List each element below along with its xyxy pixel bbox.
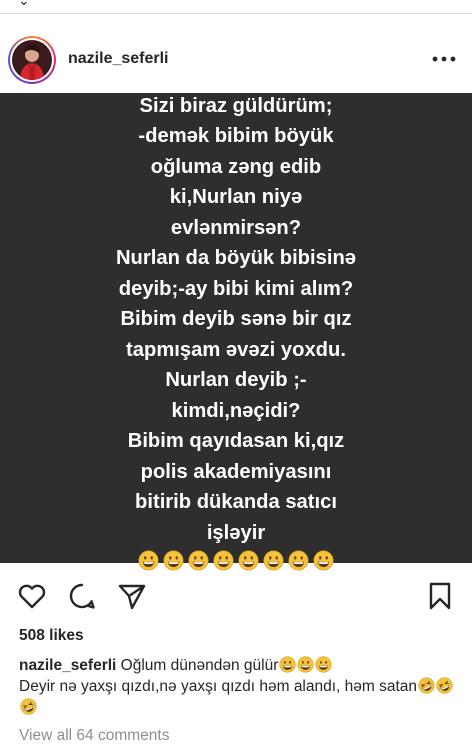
grinning-face-emoji-icon (288, 550, 309, 571)
grinning-face-emoji-icon (263, 550, 284, 571)
grinning-face-emoji-icon (163, 550, 184, 571)
grinning-face-emoji-icon (313, 550, 334, 571)
comment-icon[interactable] (66, 580, 98, 612)
action-bar (0, 578, 472, 614)
rolling-on-floor-laughing-emoji-icon (436, 677, 453, 694)
post-image-emoji-row (36, 550, 436, 571)
grinning-face-emoji-icon (279, 656, 296, 673)
post-image[interactable]: Sizi biraz güldürüm; -demək bibim böyük … (0, 93, 472, 571)
status-bar-glyph: ⌄ (18, 0, 30, 8)
rolling-on-floor-laughing-emoji-icon (20, 698, 37, 715)
avatar[interactable] (8, 36, 56, 84)
caption-line-1: Oğlum dünəndən gülür (120, 657, 279, 674)
caption-emojis-1 (278, 656, 332, 674)
post-username[interactable]: nazile_seferli (68, 50, 169, 68)
grinning-face-emoji-icon (297, 656, 314, 673)
bookmark-icon[interactable] (424, 580, 456, 612)
rolling-on-floor-laughing-emoji-icon (418, 677, 435, 694)
grinning-face-emoji-icon (315, 656, 332, 673)
caption-line-2: Deyir nə yaxşı qızdı,nə yaxşı qızdı həm … (19, 678, 418, 695)
grinning-face-emoji-icon (238, 550, 259, 571)
post-caption: nazile_seferli Oğlum dünəndən gülür Deyi… (19, 655, 459, 718)
divider (0, 13, 472, 14)
grinning-face-emoji-icon (138, 550, 159, 571)
post-image-text: Sizi biraz güldürüm; -demək bibim böyük … (115, 94, 357, 544)
likes-count[interactable]: 508 likes (19, 627, 84, 645)
grinning-face-emoji-icon (213, 550, 234, 571)
more-horizontal-icon[interactable] (430, 48, 458, 70)
avatar-image (12, 40, 52, 80)
post-header: nazile_seferli (0, 28, 472, 90)
caption-username[interactable]: nazile_seferli (19, 657, 116, 674)
paper-plane-icon[interactable] (116, 580, 148, 612)
status-bar-remnant: ⌄ (0, 0, 472, 14)
grinning-face-emoji-icon (188, 550, 209, 571)
heart-icon[interactable] (16, 580, 48, 612)
view-all-comments-link[interactable]: View all 64 comments (19, 727, 169, 745)
